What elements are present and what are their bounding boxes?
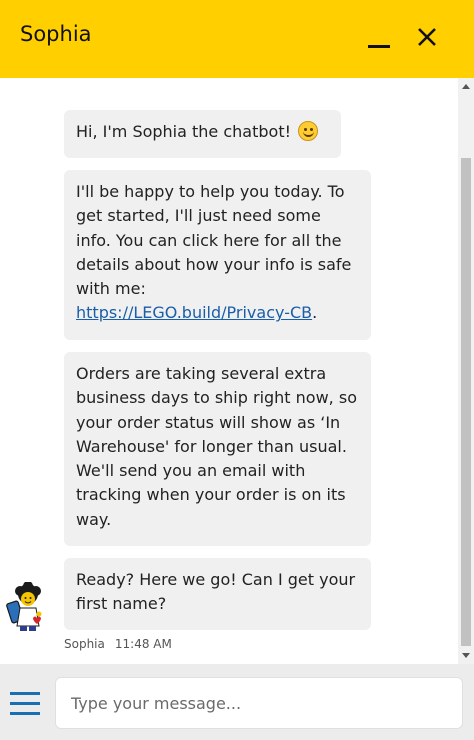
message-text: Ready? Here we go! Can I get your first …	[76, 570, 356, 614]
chat-header: Sophia	[0, 0, 474, 78]
close-button[interactable]	[414, 24, 440, 50]
chat-scrollbar[interactable]	[458, 78, 474, 664]
chatbot-avatar	[6, 581, 56, 632]
minimize-button[interactable]	[366, 30, 392, 50]
privacy-link[interactable]: https://LEGO.build/Privacy-CB	[76, 303, 312, 322]
message-bubble: Hi, I'm Sophia the chatbot!	[64, 110, 341, 158]
lego-minifigure-icon	[6, 581, 42, 631]
message-bubble: Orders are taking several extra business…	[64, 352, 371, 546]
menu-button[interactable]	[10, 690, 40, 718]
message-text: Orders are taking several extra business…	[76, 364, 357, 529]
sender-name: Sophia	[64, 637, 105, 651]
message-meta: Sophia 11:48 AM	[64, 637, 172, 651]
hamburger-menu-icon	[10, 692, 40, 695]
scroll-up-arrow-icon[interactable]	[462, 84, 470, 89]
chat-title: Sophia	[20, 22, 92, 46]
hamburger-menu-icon-bar	[10, 702, 40, 705]
message-bubble: Ready? Here we go! Can I get your first …	[64, 558, 371, 630]
scroll-thumb[interactable]	[461, 158, 471, 646]
message-input[interactable]	[55, 677, 463, 729]
close-icon	[418, 28, 436, 46]
message-text-end: .	[312, 303, 318, 323]
scroll-down-arrow-icon[interactable]	[462, 653, 470, 658]
message-bubble: I'll be happy to help you today. To get …	[64, 170, 371, 340]
message-timestamp: 11:48 AM	[114, 637, 172, 651]
message-text: Hi, I'm Sophia the chatbot!	[76, 122, 292, 141]
hamburger-menu-icon-bar	[10, 712, 40, 715]
message-text: I'll be happy to help you today. To get …	[76, 182, 352, 299]
smiling-face-icon	[298, 121, 319, 141]
minimize-icon	[368, 45, 390, 48]
